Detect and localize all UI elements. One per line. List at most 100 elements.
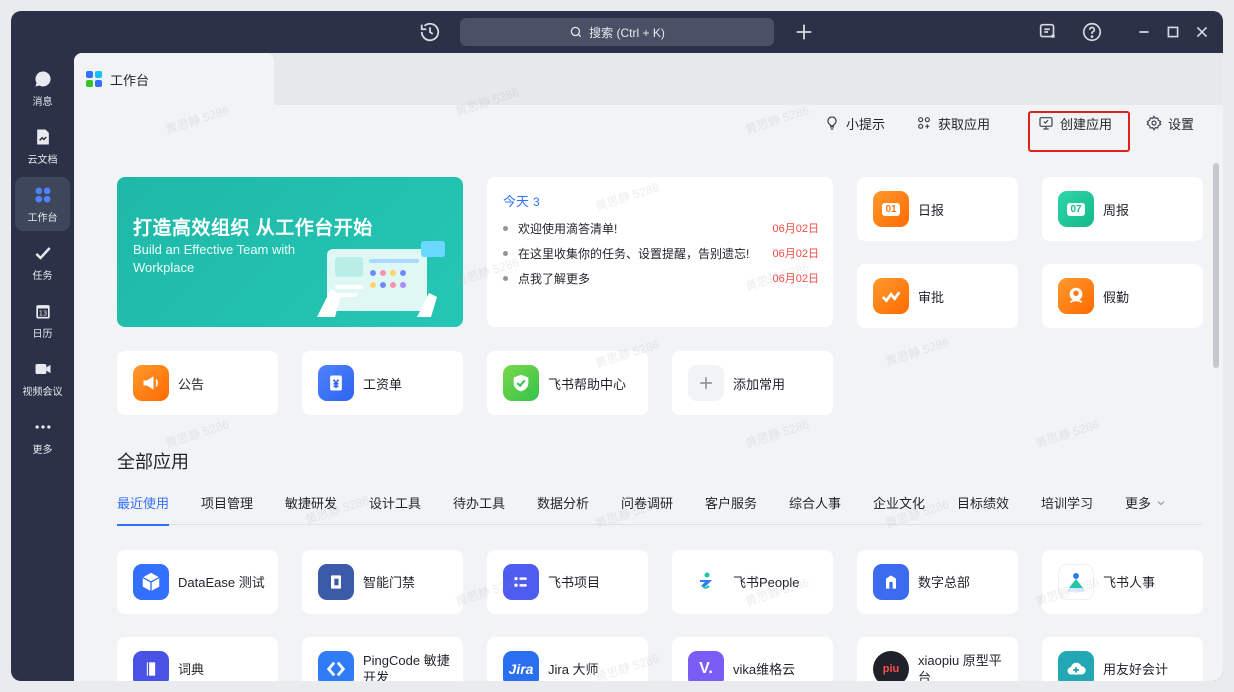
settings-button[interactable]: 设置 bbox=[1146, 111, 1194, 135]
megaphone-icon bbox=[133, 365, 169, 401]
app-plus-icon bbox=[918, 117, 930, 129]
app-card[interactable]: 词典 bbox=[117, 637, 278, 681]
sidebar-item-calendar[interactable]: 13 日历 bbox=[15, 293, 70, 347]
app-card[interactable]: PingCode 敏捷开发 bbox=[302, 637, 463, 681]
app-label: 飞书项目 bbox=[548, 574, 601, 590]
promo-banner[interactable]: 打造高效组织 从工作台开始 Build an Effective Team wi… bbox=[117, 177, 463, 327]
payroll-label: 工资单 bbox=[363, 376, 403, 392]
search-icon bbox=[570, 26, 582, 38]
todo-text: 在这里收集你的任务、设置提醒，告别遗忘! bbox=[518, 246, 750, 261]
door-icon bbox=[318, 564, 354, 600]
plus-icon bbox=[688, 365, 724, 401]
today-tasks-card[interactable]: 今天 3 欢迎使用滴答清单! 06月02日 在这里收集你的任务、设置提醒，告别遗忘!… bbox=[487, 177, 833, 327]
tab-todo-tools[interactable]: 待办工具 bbox=[453, 493, 505, 525]
people-icon bbox=[688, 564, 724, 600]
approval-icon bbox=[873, 278, 909, 314]
daily-report-card[interactable]: 01 日报 bbox=[857, 177, 1018, 241]
approval-card[interactable]: 审批 bbox=[857, 264, 1018, 328]
dictionary-icon bbox=[133, 651, 169, 681]
help-center-card[interactable]: 飞书帮助中心 bbox=[487, 351, 648, 415]
today-label: 今天 bbox=[503, 194, 530, 209]
todo-date: 06月02日 bbox=[772, 273, 819, 285]
payroll-icon bbox=[318, 365, 354, 401]
today-title: 今天 3 bbox=[503, 191, 540, 210]
tips-button[interactable]: 小提示 bbox=[824, 111, 885, 135]
app-card[interactable]: 飞书人事 bbox=[1042, 550, 1203, 614]
sidebar-item-more[interactable]: 更多 bbox=[15, 409, 70, 463]
help-icon[interactable] bbox=[1081, 21, 1103, 43]
todo-text: 欢迎使用滴答清单! bbox=[518, 221, 618, 236]
maximize-icon[interactable] bbox=[1162, 21, 1184, 43]
workspace-main: 工作台 小提示 获取应用 创建应用 设置 打造高效组织 从工作台开始 Build… bbox=[74, 53, 1223, 681]
notice-card[interactable]: 公告 bbox=[117, 351, 278, 415]
weekly-report-card[interactable]: 07 周报 bbox=[1042, 177, 1203, 241]
tab-recent[interactable]: 最近使用 bbox=[117, 493, 170, 526]
tab-bar: 工作台 bbox=[74, 53, 1223, 105]
app-card[interactable]: 用友好会计 bbox=[1042, 637, 1203, 681]
daily-report-icon: 01 bbox=[873, 191, 909, 227]
app-card[interactable]: 数字总部 bbox=[857, 550, 1018, 614]
tab-culture[interactable]: 企业文化 bbox=[873, 493, 925, 525]
leave-card[interactable]: 假勤 bbox=[1042, 264, 1203, 328]
app-card[interactable]: 飞书People bbox=[672, 550, 833, 614]
tab-agile-dev[interactable]: 敏捷研发 bbox=[285, 493, 337, 525]
tab-customer-service[interactable]: 客户服务 bbox=[705, 493, 757, 525]
sidebar-item-label: 更多 bbox=[32, 444, 53, 456]
app-card[interactable]: 智能门禁 bbox=[302, 550, 463, 614]
app-label: PingCode 敏捷开发 bbox=[363, 653, 450, 681]
create-app-button[interactable]: 创建应用 bbox=[1038, 111, 1112, 135]
app-label: 数字总部 bbox=[918, 574, 971, 590]
notification-settings-icon[interactable] bbox=[1037, 21, 1059, 43]
add-favorite-label: 添加常用 bbox=[733, 376, 786, 392]
building-icon bbox=[873, 564, 909, 600]
sidebar-item-workspace[interactable]: 工作台 bbox=[15, 177, 70, 231]
sidebar-item-docs[interactable]: 云文档 bbox=[15, 119, 70, 173]
watermark: 黄思静 5286 bbox=[163, 417, 231, 451]
app-label: 用友好会计 bbox=[1103, 661, 1169, 677]
payroll-card[interactable]: 工资单 bbox=[302, 351, 463, 415]
todo-item[interactable]: 在这里收集你的任务、设置提醒，告别遗忘! 06月02日 bbox=[503, 244, 819, 262]
notice-label: 公告 bbox=[178, 376, 205, 392]
minimize-icon[interactable] bbox=[1133, 21, 1155, 43]
app-label: 飞书人事 bbox=[1103, 574, 1156, 590]
app-card[interactable]: 飞书项目 bbox=[487, 550, 648, 614]
tab-more[interactable]: 更多 bbox=[1125, 493, 1167, 525]
tab-hr[interactable]: 综合人事 bbox=[789, 493, 841, 525]
sidebar-item-video[interactable]: 视频会议 bbox=[15, 351, 70, 405]
tab-okr[interactable]: 目标绩效 bbox=[957, 493, 1009, 525]
plus-icon[interactable] bbox=[793, 21, 815, 43]
sidebar-item-messages[interactable]: 消息 bbox=[15, 61, 70, 115]
daily-report-label: 日报 bbox=[918, 202, 945, 218]
hr-person-icon bbox=[1058, 564, 1094, 600]
todo-text: 点我了解更多 bbox=[518, 271, 591, 286]
app-card[interactable]: V. vika维格云 bbox=[672, 637, 833, 681]
bullet-icon bbox=[503, 275, 508, 281]
add-favorite-card[interactable]: 添加常用 bbox=[672, 351, 833, 415]
todo-item[interactable]: 点我了解更多 06月02日 bbox=[503, 269, 819, 287]
app-label: Jira 大师 bbox=[548, 661, 599, 677]
get-app-button[interactable]: 获取应用 bbox=[916, 111, 990, 135]
app-card[interactable]: Jira Jira 大师 bbox=[487, 637, 648, 681]
app-label: DataEase 测试 bbox=[178, 574, 265, 590]
search-bar[interactable]: 搜索 (Ctrl + K) bbox=[460, 18, 774, 46]
tab-data-analysis[interactable]: 数据分析 bbox=[537, 493, 589, 525]
tab-survey[interactable]: 问卷调研 bbox=[621, 493, 673, 525]
tab-project-management[interactable]: 项目管理 bbox=[201, 493, 253, 525]
history-icon[interactable] bbox=[419, 21, 441, 43]
app-card[interactable]: piu xiaopiu 原型平台 bbox=[857, 637, 1018, 681]
app-window: 搜索 (Ctrl + K) 消息 云文档 工作台 任务 13 日历 视频会议 更… bbox=[11, 11, 1223, 681]
todo-item[interactable]: 欢迎使用滴答清单! 06月02日 bbox=[503, 219, 819, 237]
tab-design-tools[interactable]: 设计工具 bbox=[369, 493, 421, 525]
sidebar-item-tasks[interactable]: 任务 bbox=[15, 235, 70, 289]
scrollbar[interactable] bbox=[1213, 163, 1219, 368]
close-icon[interactable] bbox=[1191, 21, 1213, 43]
tab-more-label: 更多 bbox=[1125, 496, 1152, 511]
tab-training[interactable]: 培训学习 bbox=[1041, 493, 1093, 525]
weekly-badge: 07 bbox=[1067, 202, 1085, 216]
tab-workspace[interactable]: 工作台 bbox=[74, 53, 274, 105]
app-card[interactable]: DataEase 测试 bbox=[117, 550, 278, 614]
lightbulb-icon bbox=[827, 116, 837, 130]
cube-icon bbox=[133, 564, 169, 600]
tips-label: 小提示 bbox=[846, 116, 886, 132]
gear-icon bbox=[1146, 115, 1162, 131]
